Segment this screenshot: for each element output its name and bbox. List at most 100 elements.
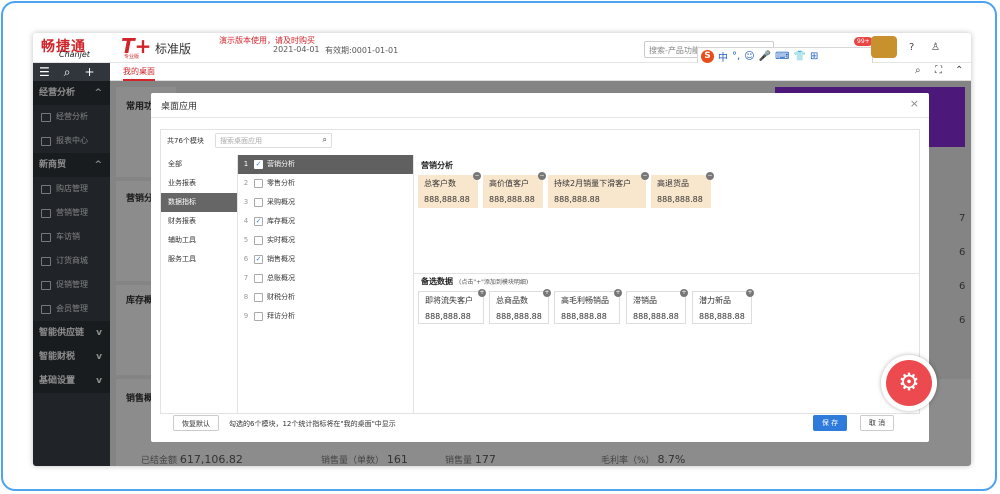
kpi-value: 888,888.88 — [425, 312, 471, 321]
sogou-icon[interactable]: S — [701, 49, 714, 63]
kpi-label: 总客户数 — [424, 179, 456, 188]
kpi-label: 即将流失客户 — [425, 296, 473, 305]
app-screen: 畅捷通 Chanjet T+ 专业版 标准版 演示版本使用，请及时购买 2021… — [33, 33, 971, 466]
modal-body: 共76个模块 搜索桌面应用 ⌕ 全部 业务报表 数据指标 财务报表 辅助工具 服务… — [160, 129, 920, 414]
module-row[interactable]: 5 实时概况 — [238, 231, 413, 250]
kpi-card[interactable]: 总客户数 888,888.88 − — [418, 172, 481, 208]
mascot-avatar[interactable] — [871, 36, 897, 58]
checkbox[interactable] — [254, 236, 263, 245]
category-item[interactable]: 业务报表 — [161, 174, 237, 193]
checkbox[interactable] — [254, 179, 263, 188]
module-label: 库存概况 — [267, 217, 295, 225]
search-icon[interactable]: ⌕ — [323, 135, 327, 145]
row-number: 7 — [243, 274, 249, 282]
category-item[interactable]: 辅助工具 — [161, 231, 237, 250]
module-row[interactable]: 8 财税分析 — [238, 288, 413, 307]
category-item[interactable]: 服务工具 — [161, 250, 237, 269]
module-row[interactable]: 3 采购概况 — [238, 193, 413, 212]
user-icon[interactable]: ♙ — [931, 42, 940, 53]
mic-icon[interactable]: 🎤 — [759, 51, 771, 62]
checkbox[interactable] — [254, 274, 263, 283]
row-number: 6 — [243, 255, 249, 263]
cancel-button[interactable]: 取 消 — [860, 415, 894, 431]
add-icon[interactable]: + — [680, 289, 688, 297]
valid-date: 有效期:0001-01-01 — [325, 46, 399, 55]
checkbox[interactable] — [254, 198, 263, 207]
edition-label: 标准版 — [155, 42, 192, 56]
kpi-label: 高毛利畅销品 — [561, 296, 609, 305]
ime-punct[interactable]: °, — [732, 51, 740, 62]
candidate-card[interactable]: 高毛利畅销品 888,888.88 + — [554, 289, 622, 324]
kpi-card[interactable]: 高价值客户 888,888.88 − — [483, 172, 546, 208]
selected-title: 营销分析 — [421, 161, 453, 170]
close-icon[interactable]: × — [910, 97, 919, 110]
module-row[interactable]: 9 拜访分析 — [238, 307, 413, 326]
category-list: 全部 业务报表 数据指标 财务报表 辅助工具 服务工具 — [161, 155, 238, 413]
module-row[interactable]: 4 ✓ 库存概况 — [238, 212, 413, 231]
remove-icon[interactable]: − — [473, 172, 481, 180]
candidate-card[interactable]: 滞销品 888,888.88 + — [626, 289, 688, 324]
module-row[interactable]: 6 ✓ 销售概况 — [238, 250, 413, 269]
sidebar-tools: ☰ ⌕ + — [33, 63, 110, 81]
bottom-stat: 已结金额 617,106.82 — [141, 453, 243, 466]
kpi-card[interactable]: 高退货品 888,888.88 − — [651, 172, 714, 208]
checkbox-checked[interactable]: ✓ — [254, 217, 263, 226]
module-row[interactable]: 7 总账概况 — [238, 269, 413, 288]
desk-app-modal: 桌面应用 × 共76个模块 搜索桌面应用 ⌕ 全部 业务报表 数据指标 财务报表 … — [151, 93, 929, 442]
settings-fab[interactable]: ⚙ — [881, 355, 937, 411]
module-row[interactable]: 1 ✓ 营销分析 — [238, 155, 413, 174]
kpi-label: 持续2月销量下滑客户 — [554, 179, 632, 188]
restore-default-button[interactable]: 恢复默认 — [173, 415, 219, 431]
search-icon[interactable]: ⌕ — [64, 65, 71, 79]
category-item-active[interactable]: 数据指标 — [161, 193, 237, 212]
grid-icon[interactable]: ⊞ — [810, 51, 818, 62]
row-number: 8 — [243, 293, 249, 301]
module-label: 销售概况 — [267, 255, 295, 263]
divider — [151, 117, 929, 118]
checkbox[interactable] — [254, 293, 263, 302]
category-item[interactable]: 财务报表 — [161, 212, 237, 231]
ime-mode[interactable]: 中 — [718, 49, 728, 64]
kpi-card[interactable]: 持续2月销量下滑客户 888,888.88 − — [548, 172, 649, 208]
stat-value: 617,106.82 — [179, 453, 243, 466]
search-icon[interactable]: ⌕ — [915, 65, 921, 76]
keyboard-icon[interactable]: ⌨ — [775, 51, 789, 62]
module-label: 财税分析 — [267, 293, 295, 301]
row-number: 1 — [243, 160, 249, 168]
remove-icon[interactable]: − — [641, 172, 649, 180]
divider — [414, 273, 920, 274]
emoji-icon[interactable]: ☺ — [744, 51, 754, 62]
gear-icon[interactable]: ⚙ — [886, 360, 932, 406]
skin-icon[interactable]: 👕 — [794, 51, 806, 62]
kpi-value: 888,888.88 — [554, 195, 600, 204]
add-icon[interactable]: + — [614, 289, 622, 297]
fullscreen-icon[interactable]: ⛶ — [935, 65, 942, 76]
tab-my-desk[interactable]: 我的桌面 — [123, 66, 155, 81]
candidate-card[interactable]: 潜力新品 888,888.88 + — [692, 289, 754, 324]
menu-icon[interactable]: ☰ — [39, 65, 50, 79]
save-button[interactable]: 保 存 — [813, 415, 847, 431]
category-item[interactable]: 全部 — [161, 155, 237, 174]
kpi-value: 888,888.88 — [489, 195, 535, 204]
checkbox[interactable] — [254, 312, 263, 321]
remove-icon[interactable]: − — [706, 172, 714, 180]
remove-icon[interactable]: − — [538, 172, 546, 180]
help-icon[interactable]: ? — [909, 42, 914, 53]
collapse-icon[interactable]: ⌃ — [955, 65, 963, 76]
module-search-input[interactable]: 搜索桌面应用 ⌕ — [215, 133, 332, 148]
modal-title: 桌面应用 — [161, 102, 198, 112]
notification-badge[interactable]: 99+ — [854, 37, 873, 46]
add-icon[interactable]: + — [543, 289, 551, 297]
row-number: 2 — [243, 179, 249, 187]
module-label: 拜访分析 — [267, 312, 295, 320]
module-count: 共76个模块 — [167, 137, 204, 145]
candidate-card[interactable]: 总商品数 888,888.88 + — [489, 289, 551, 324]
row-number: 4 — [243, 217, 249, 225]
add-icon[interactable]: + — [746, 289, 754, 297]
checkbox-checked[interactable]: ✓ — [254, 160, 263, 169]
add-icon[interactable]: + — [478, 289, 486, 297]
candidate-card[interactable]: 即将流失客户 888,888.88 + — [418, 289, 486, 324]
add-icon[interactable]: + — [85, 65, 95, 79]
module-row[interactable]: 2 零售分析 — [238, 174, 413, 193]
checkbox-checked[interactable]: ✓ — [254, 255, 263, 264]
